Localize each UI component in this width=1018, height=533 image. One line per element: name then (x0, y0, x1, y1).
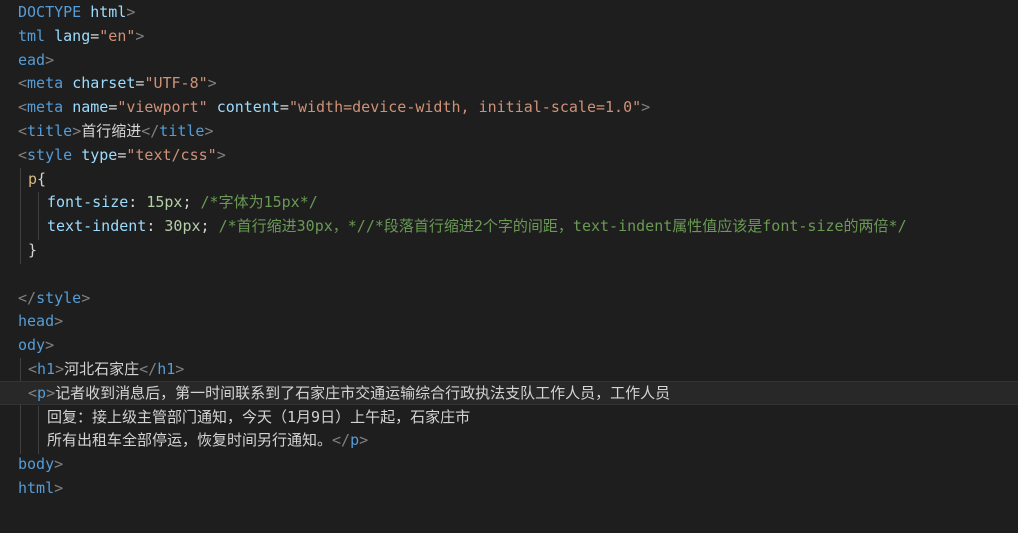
code-token: "text/css" (126, 145, 217, 164)
code-token: ; (200, 217, 219, 236)
code-editor[interactable]: DOCTYPE html> tml lang="en"> ead> <meta cha… (0, 0, 1018, 533)
code-token: </ (332, 431, 351, 450)
code-line[interactable]: font-size: 15px; /*字体为15px*/ (0, 190, 1018, 214)
code-token: tml (18, 26, 55, 45)
code-token: /*字体为15px*/ (200, 193, 318, 212)
code-token: 河北石家庄 (64, 360, 140, 378)
code-token: < (28, 360, 38, 378)
code-token: = (108, 98, 118, 117)
code-line[interactable]: <title>首行缩进</title> (0, 119, 1018, 143)
code-token: html (18, 479, 55, 497)
code-token: > (207, 74, 217, 93)
code-line[interactable]: </style> (0, 286, 1018, 310)
code-token: > (46, 383, 56, 402)
code-line[interactable]: } (0, 238, 1018, 262)
code-token: </ (141, 122, 160, 140)
code-token: type (81, 145, 118, 164)
code-token: > (55, 360, 65, 378)
code-token: 回复：接上级主管部门通知，今天（1月9日）上午起，石家庄市 (47, 407, 471, 426)
code-token: p (28, 169, 38, 188)
code-token: ead (18, 50, 46, 69)
code-token: title (159, 122, 205, 140)
code-token: { (37, 169, 47, 188)
code-token: > (45, 336, 55, 355)
code-token: < (18, 74, 28, 93)
code-token: </ (139, 360, 158, 378)
code-token: head (18, 312, 55, 331)
code-line[interactable]: tml lang="en"> (0, 24, 1018, 48)
code-line[interactable]: head> (0, 309, 1018, 333)
code-token: > (641, 98, 651, 117)
code-token: ody (18, 336, 46, 355)
code-token: > (204, 122, 214, 140)
code-token: 15px (146, 193, 183, 212)
code-token: "UTF-8" (144, 74, 208, 93)
code-token: > (54, 455, 64, 474)
code-token: : (128, 193, 147, 212)
code-token: "en" (99, 26, 136, 45)
code-token: = (90, 26, 100, 45)
code-token: name (72, 98, 109, 117)
code-token: > (175, 360, 185, 378)
code-token: > (126, 3, 136, 21)
code-line[interactable]: body> (0, 452, 1018, 476)
code-line[interactable] (0, 262, 1018, 286)
code-line[interactable]: text-indent: 30px; /*首行缩进30px，*//*段落首行缩进… (0, 214, 1018, 238)
code-line[interactable]: <p>记者收到消息后，第一时间联系到了石家庄市交通运输综合行政执法支队工作人员，… (0, 380, 1018, 405)
code-token: content (216, 98, 280, 117)
code-token: > (45, 50, 55, 69)
code-line[interactable]: <meta name="viewport" content="width=dev… (0, 95, 1018, 119)
code-token: ; (182, 193, 201, 212)
code-token: < (18, 145, 28, 164)
code-line[interactable]: html> (0, 476, 1018, 500)
code-token: font-size (47, 193, 129, 212)
code-token: charset (72, 74, 136, 93)
code-line[interactable]: ody> (0, 333, 1018, 357)
code-token: > (81, 288, 91, 307)
code-token: body (18, 455, 55, 474)
code-token: text-indent (47, 217, 147, 236)
code-line[interactable]: p{ (0, 167, 1018, 191)
code-line[interactable]: ead> (0, 48, 1018, 72)
code-line[interactable]: <style type="text/css"> (0, 143, 1018, 167)
code-token: "width=device-width, initial-scale=1.0" (288, 98, 642, 117)
code-token: p (37, 383, 47, 402)
code-token: h1 (37, 360, 56, 378)
code-token: DOCTYPE (18, 3, 91, 21)
code-token: 所有出租车全部停运，恢复时间另行通知。 (47, 431, 333, 450)
code-token: < (18, 122, 28, 140)
code-line[interactable]: <h1>河北石家庄</h1> (0, 357, 1018, 381)
code-line[interactable]: <meta charset="UTF-8"> (0, 71, 1018, 95)
code-token: > (54, 312, 64, 331)
code-token: p (350, 431, 360, 450)
code-token: lang (54, 26, 91, 45)
code-token: > (72, 122, 82, 140)
code-token: > (216, 145, 226, 164)
code-token: meta (27, 74, 73, 93)
code-token: > (359, 431, 369, 450)
code-token: = (279, 98, 289, 117)
code-token: /*首行缩进30px，*//*段落首行缩进2个字的间距，text-indent属… (218, 217, 907, 236)
code-token: "viewport" (117, 98, 217, 117)
code-token: title (27, 122, 73, 140)
code-token: < (28, 383, 38, 402)
code-token: < (18, 98, 28, 117)
code-token: 记者收到消息后，第一时间联系到了石家庄市交通运输综合行政执法支队工作人员，工作人… (55, 383, 671, 402)
code-token: meta (27, 98, 73, 117)
code-token: : (146, 217, 165, 236)
code-token: style (36, 288, 82, 307)
code-token: > (135, 26, 145, 45)
code-token: > (54, 479, 64, 497)
code-token: h1 (157, 360, 176, 378)
code-line[interactable]: 回复：接上级主管部门通知，今天（1月9日）上午起，石家庄市 (0, 405, 1018, 429)
code-token: </ (18, 288, 37, 307)
code-token: 30px (164, 217, 201, 236)
code-line[interactable]: DOCTYPE html> (0, 0, 1018, 24)
code-token: style (27, 145, 82, 164)
code-line[interactable]: 所有出租车全部停运，恢复时间另行通知。</p> (0, 428, 1018, 452)
code-token: } (28, 241, 38, 259)
code-token: 首行缩进 (81, 122, 142, 140)
code-token: html (90, 3, 127, 21)
